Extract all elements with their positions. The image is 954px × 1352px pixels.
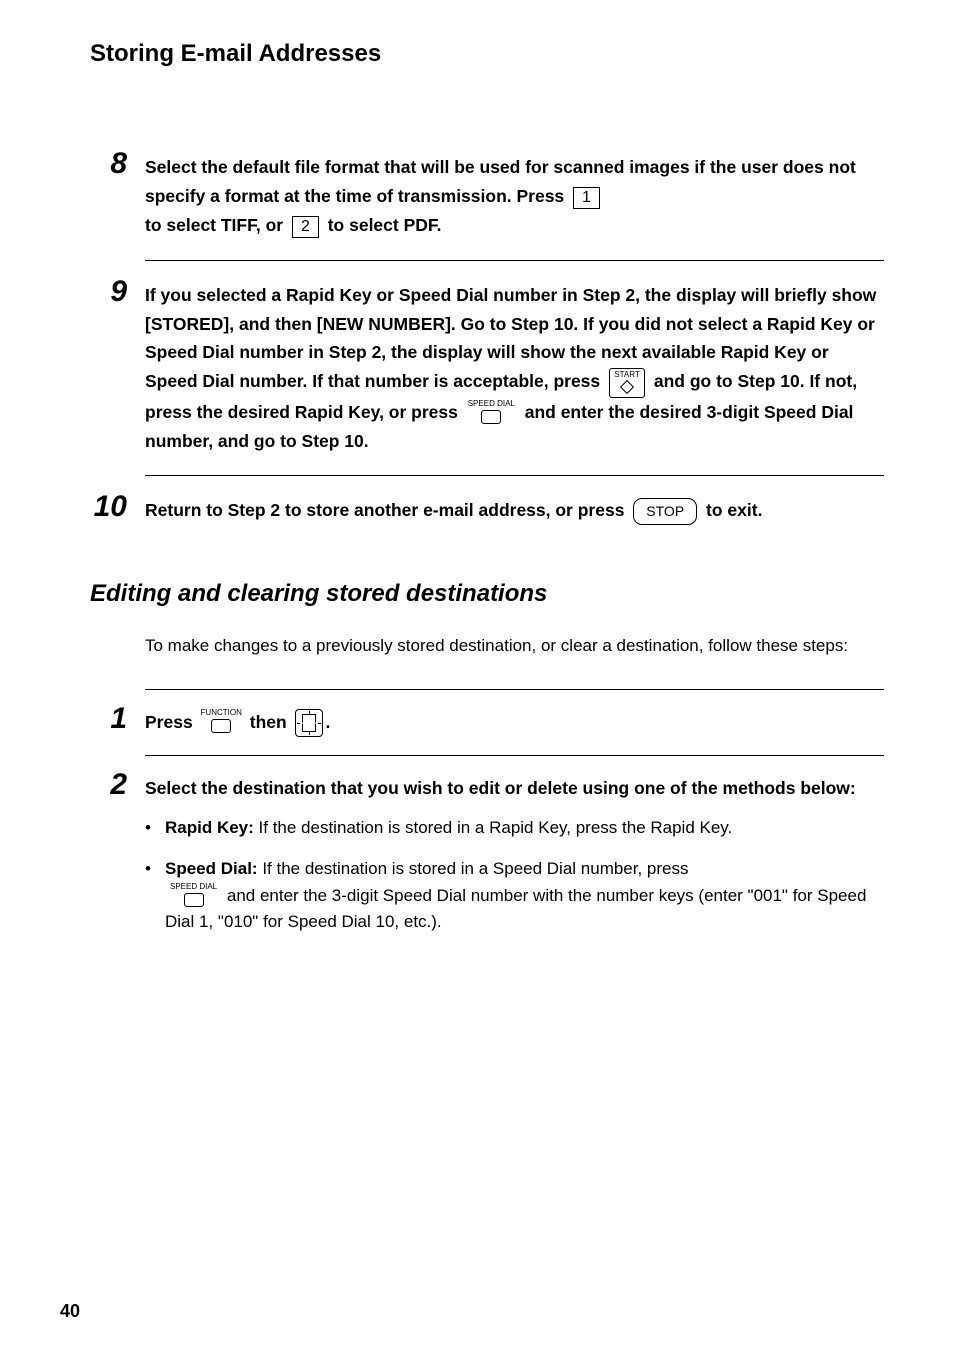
section-heading-editing: Editing and clearing stored destinations: [90, 580, 884, 608]
bullet2-label: Speed Dial:: [165, 859, 258, 878]
page-number: 40: [60, 1301, 80, 1322]
key-1: 1: [573, 187, 600, 209]
start-key-icon: START: [609, 368, 645, 398]
step-9-content: If you selected a Rapid Key or Speed Dia…: [145, 281, 884, 456]
divider: [145, 260, 884, 261]
step8-text-3a: to select TIFF, or: [145, 215, 288, 235]
step-2-content: Select the destination that you wish to …: [145, 774, 884, 950]
step10-text-b: to exit.: [701, 500, 762, 520]
divider: [145, 475, 884, 476]
bullet2-text-a: If the destination is stored in a Speed …: [258, 859, 689, 878]
step-number-2: 2: [90, 770, 145, 800]
step-9: 9 If you selected a Rapid Key or Speed D…: [90, 281, 884, 456]
section2-intro: To make changes to a previously stored d…: [145, 633, 884, 659]
step10-text-a: Return to Step 2 to store another e-mail…: [145, 500, 629, 520]
divider: [145, 755, 884, 756]
bullet-rapid-key: Rapid Key: If the destination is stored …: [145, 815, 884, 841]
step-number-10: 10: [90, 492, 145, 522]
speed-dial-label-2: SPEED DIAL: [170, 883, 217, 891]
bullet2-text-b: and enter the 3-digit Speed Dial number …: [165, 886, 866, 932]
divider: [145, 689, 884, 690]
key-2: 2: [292, 216, 319, 238]
step-10-content: Return to Step 2 to store another e-mail…: [145, 496, 884, 525]
step1-text-a: Press: [145, 712, 198, 732]
speed-dial-label: SPEED DIAL: [468, 400, 515, 408]
step-8-content: Select the default file format that will…: [145, 153, 884, 240]
stop-key-icon: STOP: [633, 498, 697, 525]
step-number-9: 9: [90, 277, 145, 307]
bullet1-label: Rapid Key:: [165, 818, 254, 837]
step-8: 8 Select the default file format that wi…: [90, 153, 884, 240]
step-number-8: 8: [90, 149, 145, 179]
step9-text-2a: that number is acceptable, press: [328, 371, 605, 391]
speed-dial-key-icon: SPEED DIAL: [468, 400, 515, 426]
bullet1-text: If the destination is stored in a Rapid …: [254, 818, 732, 837]
nav-key-icon: [295, 709, 323, 737]
step8-text-1: Select the default file format that will…: [145, 157, 741, 177]
step1-text-b: then: [245, 712, 292, 732]
step1-text-c: .: [326, 712, 331, 732]
function-key-icon: FUNCTION: [201, 709, 242, 737]
step2-bullets: Rapid Key: If the destination is stored …: [145, 815, 884, 936]
step-number-1: 1: [90, 704, 145, 734]
step-1-content: Press FUNCTION then .: [145, 708, 884, 737]
step9-text-3a: the desired Rapid Key, or press: [197, 402, 463, 422]
step9-text-3b: and enter the desired 3-digit: [520, 402, 764, 422]
step8-text-3b: to select PDF.: [323, 215, 442, 235]
step-10: 10 Return to Step 2 to store another e-m…: [90, 496, 884, 525]
speed-dial-key-icon-2: SPEED DIAL: [170, 883, 217, 909]
page-title: Storing E-mail Addresses: [90, 40, 884, 68]
function-label: FUNCTION: [201, 709, 242, 717]
bullet-speed-dial: Speed Dial: If the destination is stored…: [145, 856, 884, 935]
step-1: 1 Press FUNCTION then .: [90, 708, 884, 737]
step-2: 2 Select the destination that you wish t…: [90, 774, 884, 950]
step2-text-a: Select the destination that you wish to …: [145, 778, 856, 798]
